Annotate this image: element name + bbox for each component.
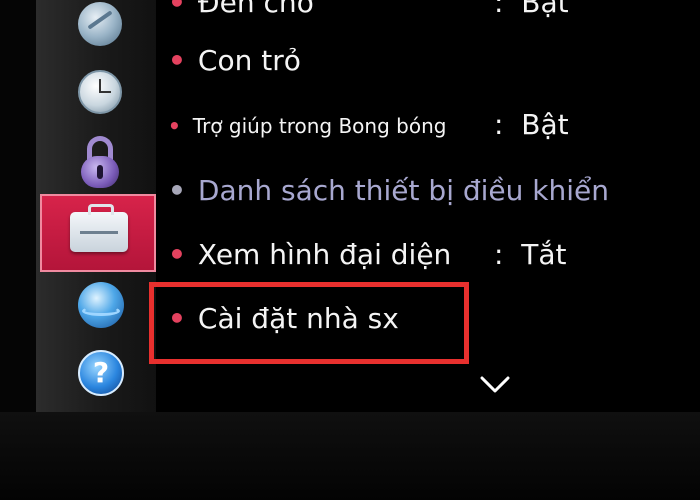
chevron-down-icon[interactable] xyxy=(480,376,510,394)
network-globe-icon[interactable] xyxy=(78,282,124,328)
menu-item-device-list: • Danh sách thiết bị điều khiển xyxy=(168,174,609,207)
menu-item-value: : Bật xyxy=(494,108,569,141)
satellite-icon[interactable] xyxy=(78,2,122,46)
tv-bezel xyxy=(0,412,700,500)
help-glyph: ? xyxy=(92,356,110,389)
menu-item-standby-light[interactable]: • Đèn chờ : Bật xyxy=(168,0,569,19)
bullet: • xyxy=(168,0,186,19)
lock-icon[interactable] xyxy=(78,136,122,188)
highlight-box xyxy=(149,282,469,364)
sidebar-item-options-selected[interactable] xyxy=(40,194,156,272)
menu-item-label: Đèn chờ xyxy=(197,0,314,19)
menu-item-label: Con trỏ xyxy=(197,44,301,77)
bullet: • xyxy=(168,174,186,207)
bullet: • xyxy=(168,114,181,138)
bullet: • xyxy=(168,44,186,77)
menu-item-label: Trợ giúp trong Bong bóng xyxy=(192,114,447,138)
toolbox-icon xyxy=(70,204,128,252)
bullet: • xyxy=(168,238,186,271)
menu-item-bubble-help[interactable]: • Trợ giúp trong Bong bóng : Bật xyxy=(168,108,569,141)
menu-item-label: Danh sách thiết bị điều khiển xyxy=(197,174,610,207)
menu-item-label: Xem hình đại diện xyxy=(197,238,452,271)
clock-icon[interactable] xyxy=(78,70,122,114)
menu-item-value: : Bật xyxy=(494,0,569,19)
help-icon[interactable]: ? xyxy=(78,350,124,396)
menu-item-avatar-view[interactable]: • Xem hình đại diện : Tắt xyxy=(168,238,567,271)
lock-body xyxy=(81,156,119,188)
clock-hand-minute xyxy=(99,91,111,93)
tv-screen: ? • Đèn chờ : Bật • Con trỏ • Trợ giúp tron… xyxy=(0,0,700,500)
menu-item-value: : Tắt xyxy=(494,238,567,271)
menu-item-pointer[interactable]: • Con trỏ xyxy=(168,44,301,77)
